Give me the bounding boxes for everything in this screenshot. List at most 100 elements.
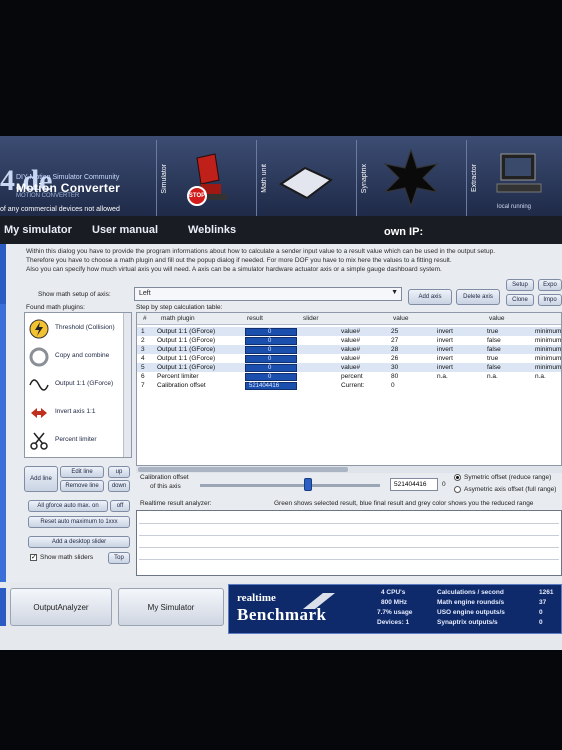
table-row[interactable]: 2 Output 1:1 (GForce) 0 value# 27 invert… bbox=[137, 336, 561, 345]
row-value: 26 bbox=[391, 355, 399, 362]
all-gforce-label: All gforce auto max. on bbox=[37, 503, 99, 509]
table-row[interactable]: 6 Percent limiter 0 percent 80 n.a. n.a.… bbox=[137, 372, 561, 381]
calibration-slider-thumb[interactable] bbox=[304, 478, 312, 491]
row-result: 0 bbox=[268, 365, 272, 371]
analyzer-label: Realtime result analyzer: bbox=[140, 500, 212, 507]
plugin-invert-axis[interactable]: Invert axis 1:1 bbox=[25, 399, 125, 427]
row-option: invert bbox=[437, 346, 453, 353]
calibration-slider-track[interactable] bbox=[200, 484, 380, 487]
top-label: Top bbox=[114, 555, 124, 561]
add-axis-label: Add axis bbox=[418, 294, 442, 300]
license-warning: of any commercial devices not allowed bbox=[0, 206, 120, 213]
show-math-sliders-checkbox[interactable]: ✓ bbox=[30, 554, 37, 561]
plugin-threshold[interactable]: Threshold (Collision) bbox=[25, 315, 125, 343]
down-button[interactable]: down bbox=[108, 480, 130, 492]
plugin-list-scrollbar[interactable] bbox=[123, 313, 131, 457]
row-result: 0 bbox=[268, 338, 272, 344]
calculation-table[interactable]: # math plugin result slider value value … bbox=[136, 312, 562, 466]
delete-axis-label: Delete axis bbox=[463, 294, 493, 300]
menu-weblinks[interactable]: Weblinks bbox=[188, 224, 236, 236]
step-table-label: Step by step calculation table: bbox=[136, 304, 223, 311]
row-value: 28 bbox=[391, 346, 399, 353]
import-button[interactable]: Impo bbox=[538, 294, 562, 306]
result-bar: 0 bbox=[245, 364, 297, 372]
sine-wave-icon bbox=[29, 379, 49, 391]
output-analyzer-button[interactable]: OutputAnalyzer bbox=[10, 588, 112, 626]
all-gforce-auto-max-button[interactable]: All gforce auto max. on bbox=[28, 500, 108, 512]
logo-subtitle: MOTION CONVERTER bbox=[16, 193, 80, 199]
synaptrix-module[interactable]: Synaptrix bbox=[356, 140, 466, 216]
app-window: 4.de DIY Motion Simulator Community Moti… bbox=[0, 136, 562, 650]
table-header: # math plugin result slider value value bbox=[137, 313, 561, 325]
table-row[interactable]: 1 Output 1:1 (GForce) 0 value# 25 invert… bbox=[137, 327, 562, 336]
reset-auto-maximum-button[interactable]: Reset auto maximum to 1xxx bbox=[28, 516, 130, 528]
row-result: 0 bbox=[268, 347, 272, 353]
bottom-bar: OutputAnalyzer My Simulator realtime Ben… bbox=[0, 582, 562, 650]
clone-label: Clone bbox=[512, 297, 528, 303]
top-button[interactable]: Top bbox=[108, 552, 130, 564]
synaptrix-outputs-value: 0 bbox=[539, 619, 543, 626]
asymmetric-offset-radio[interactable] bbox=[454, 486, 461, 493]
stop-button[interactable]: STOP bbox=[187, 186, 207, 206]
table-row[interactable]: 4 Output 1:1 (GForce) 0 value# 26 invert… bbox=[137, 354, 561, 363]
simulator-module[interactable]: Simulator STOP bbox=[156, 140, 256, 216]
delete-axis-button[interactable]: Delete axis bbox=[456, 289, 500, 305]
plugin-percent-limiter[interactable]: Percent limiter bbox=[25, 427, 125, 455]
my-simulator-button[interactable]: My Simulator bbox=[118, 588, 224, 626]
math-unit-module[interactable]: Math unit bbox=[256, 140, 356, 216]
simulator-seat-icon bbox=[195, 153, 227, 200]
instruction-line-1: Within this dialog you have to provide t… bbox=[26, 248, 496, 255]
row-index: 2 bbox=[141, 337, 145, 344]
benchmark-swoosh-icon bbox=[303, 593, 335, 609]
instructions-text: Within this dialog you have to provide t… bbox=[26, 247, 562, 274]
export-button[interactable]: Expo bbox=[538, 279, 562, 291]
row-unit: value# bbox=[341, 355, 361, 362]
row-result: 0 bbox=[268, 356, 272, 362]
plugin-copy-combine[interactable]: Copy and combine bbox=[25, 343, 125, 371]
cpu-usage: 7.7% usage bbox=[377, 609, 413, 616]
plugin-output-gforce[interactable]: Output 1:1 (GForce) bbox=[25, 371, 125, 399]
menu-user-manual[interactable]: User manual bbox=[92, 224, 158, 236]
monitor-frame: 4.de DIY Motion Simulator Community Moti… bbox=[0, 0, 562, 750]
module-label-simulator: Simulator bbox=[161, 164, 168, 194]
invert-arrows-icon bbox=[31, 408, 47, 418]
add-line-button[interactable]: Add line bbox=[24, 466, 58, 492]
export-label: Expo bbox=[543, 282, 557, 288]
table-row[interactable]: 5 Output 1:1 (GForce) 0 value# 30 invert… bbox=[137, 363, 561, 372]
table-row[interactable]: 7 Calibration offset 521404416 Current: … bbox=[137, 381, 561, 390]
row-unit: value# bbox=[341, 364, 361, 371]
axis-select[interactable]: Left ▼ bbox=[134, 287, 402, 301]
symmetric-offset-label: Symetric offset (reduce range) bbox=[464, 474, 552, 481]
table-horizontal-scrollbar[interactable] bbox=[136, 466, 562, 473]
off-button[interactable]: off bbox=[110, 500, 130, 512]
remove-line-button[interactable]: Remove line bbox=[60, 480, 104, 492]
plugin-label: Invert axis 1:1 bbox=[55, 408, 96, 415]
calibration-offset-input[interactable]: 521404416 bbox=[390, 478, 438, 491]
symmetric-offset-radio[interactable] bbox=[454, 474, 461, 481]
scrollbar-thumb[interactable] bbox=[138, 467, 348, 472]
col-value-2: value bbox=[489, 315, 505, 322]
table-row[interactable]: 3 Output 1:1 (GForce) 0 value# 28 invert… bbox=[137, 345, 561, 354]
menu-my-simulator[interactable]: My simulator bbox=[4, 224, 72, 236]
row-extra: minimum bbox=[535, 328, 562, 335]
plugin-list[interactable]: Threshold (Collision) Copy and combine O… bbox=[24, 312, 132, 458]
setup-button[interactable]: Setup bbox=[506, 279, 534, 291]
edit-line-button[interactable]: Edit line bbox=[60, 466, 104, 478]
add-desktop-slider-button[interactable]: Add a desktop slider bbox=[28, 536, 130, 548]
row-flag: false bbox=[487, 337, 501, 344]
row-option: invert bbox=[437, 328, 453, 335]
clone-button[interactable]: Clone bbox=[506, 294, 534, 306]
up-button[interactable]: up bbox=[108, 466, 130, 478]
result-bar: 0 bbox=[245, 355, 297, 363]
result-bar: 0 bbox=[245, 328, 297, 336]
row-result: 521404416 bbox=[249, 383, 280, 389]
add-axis-button[interactable]: Add axis bbox=[408, 289, 452, 305]
left-tab-2[interactable] bbox=[0, 588, 6, 626]
add-desktop-slider-label: Add a desktop slider bbox=[51, 539, 107, 545]
import-label: Impo bbox=[543, 297, 557, 303]
left-tab-1[interactable] bbox=[0, 244, 6, 304]
row-plugin: Output 1:1 (GForce) bbox=[157, 346, 216, 353]
cpu-mhz: 800 MHz bbox=[381, 599, 408, 606]
extractor-module[interactable]: Extractor local running bbox=[466, 140, 562, 216]
row-result: 0 bbox=[268, 374, 272, 380]
